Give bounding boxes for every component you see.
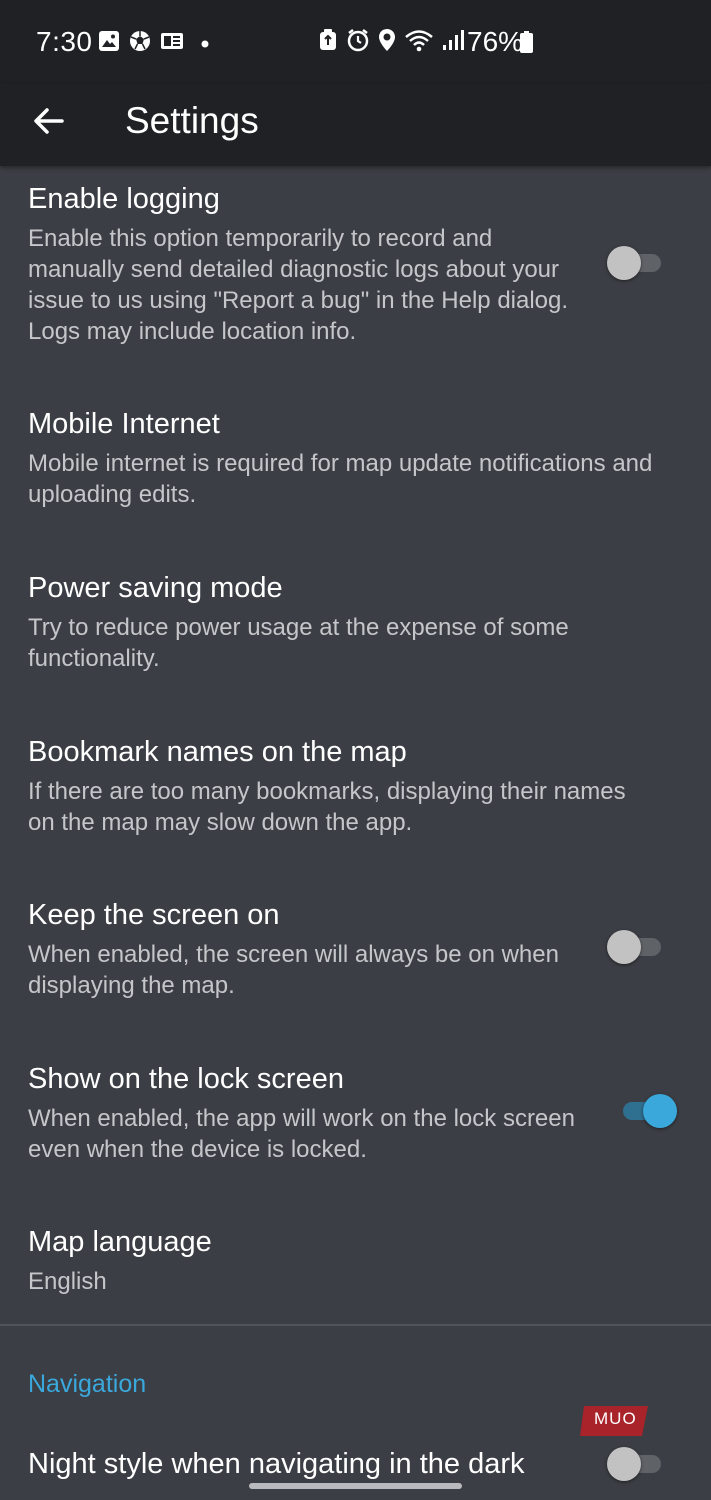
status-notification-icons	[98, 30, 209, 57]
location-icon	[378, 28, 396, 57]
setting-enable-logging[interactable]: Enable logging Enable this option tempor…	[0, 166, 711, 378]
setting-show-on-lock-screen[interactable]: Show on the lock screen When enabled, th…	[0, 1033, 711, 1196]
watermark-text: MUO	[594, 1409, 637, 1428]
setting-summary: Mobile internet is required for map upda…	[28, 450, 653, 508]
enable-logging-toggle[interactable]	[607, 243, 665, 283]
setting-value: English	[28, 1268, 107, 1295]
setting-mobile-internet[interactable]: Mobile Internet Mobile internet is requi…	[0, 378, 711, 542]
setting-title: Power saving mode	[28, 572, 283, 604]
section-header-navigation: Navigation	[28, 1370, 147, 1398]
page-title: Settings	[125, 100, 259, 141]
battery-icon	[520, 31, 533, 53]
section-divider	[0, 1324, 711, 1326]
news-icon	[160, 31, 184, 56]
setting-title: Enable logging	[28, 183, 220, 215]
setting-title: Night style when navigating in the dark	[28, 1448, 525, 1480]
setting-summary: When enabled, the app will work on the l…	[28, 1105, 575, 1163]
toggle-thumb	[643, 1094, 677, 1128]
setting-title: Bookmark names on the map	[28, 736, 407, 768]
setting-summary: Enable this option temporarily to record…	[28, 225, 569, 345]
wifi-icon	[404, 28, 434, 57]
show-on-lock-screen-toggle[interactable]	[619, 1091, 677, 1131]
status-time: 7:30	[36, 26, 93, 57]
soccer-ball-icon	[129, 30, 151, 57]
setting-title: Keep the screen on	[28, 899, 280, 931]
home-indicator[interactable]	[249, 1483, 462, 1489]
app-bar: Settings	[0, 84, 711, 166]
status-system-icons	[318, 28, 464, 57]
signal-icon	[442, 28, 464, 57]
arrow-left-icon	[33, 105, 65, 142]
recycle-icon	[318, 28, 338, 57]
keep-screen-on-toggle[interactable]	[607, 927, 665, 967]
setting-title: Show on the lock screen	[28, 1063, 344, 1095]
gallery-icon	[98, 30, 120, 57]
setting-night-style[interactable]: Night style when navigating in the dark	[0, 1430, 711, 1500]
setting-keep-screen-on[interactable]: Keep the screen on When enabled, the scr…	[0, 869, 711, 1033]
dot-icon	[201, 35, 209, 53]
setting-summary: If there are too many bookmarks, display…	[28, 778, 626, 836]
setting-summary: Try to reduce power usage at the expense…	[28, 614, 569, 672]
setting-map-language[interactable]: Map language English	[0, 1196, 711, 1324]
settings-screen: 7:30 76% Settings Enable logging Enable …	[0, 0, 711, 1500]
setting-power-saving-mode[interactable]: Power saving mode Try to reduce power us…	[0, 542, 711, 706]
toggle-thumb	[607, 246, 641, 280]
status-bar: 7:30 76%	[0, 0, 711, 84]
setting-summary: When enabled, the screen will always be …	[28, 941, 559, 999]
night-style-toggle[interactable]	[607, 1444, 665, 1484]
setting-title: Map language	[28, 1226, 212, 1258]
setting-bookmark-names[interactable]: Bookmark names on the map If there are t…	[0, 706, 711, 869]
back-button[interactable]	[22, 96, 76, 150]
setting-title: Mobile Internet	[28, 408, 220, 440]
alarm-icon	[346, 28, 370, 57]
toggle-thumb	[607, 1447, 641, 1481]
battery-percentage: 76%	[467, 26, 524, 57]
toggle-thumb	[607, 930, 641, 964]
